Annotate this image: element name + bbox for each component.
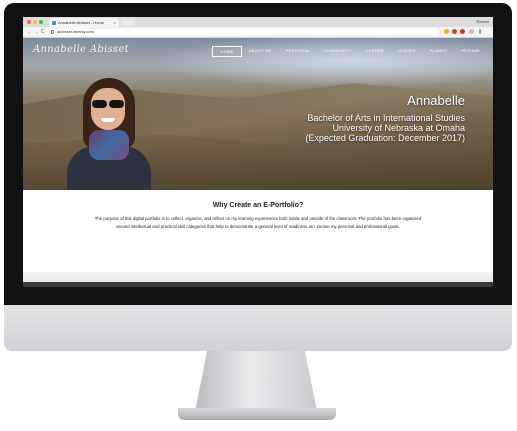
- apple-logo-icon: [246, 316, 268, 342]
- nav-item-home[interactable]: HOME: [212, 46, 242, 57]
- main-content: Why Create an E-Portfolio? The purpose o…: [23, 190, 493, 272]
- window-controls: [27, 20, 43, 24]
- url-input[interactable]: aabisset.weebly.com: [49, 29, 439, 35]
- browser-screen: Annabelle Abisset - Home × Rachel ← → C …: [23, 17, 493, 287]
- nav-item-leader[interactable]: LEADER: [391, 46, 423, 57]
- hero-university: University of Nebraska at Omaha: [332, 123, 465, 133]
- favicon-icon: [52, 20, 56, 25]
- hero-degree: Bachelor of Arts in International Studie…: [307, 113, 465, 123]
- new-tab-button[interactable]: [121, 19, 135, 26]
- scarf: [89, 130, 129, 160]
- section-body: The purpose of this digital portfolio is…: [94, 216, 422, 229]
- tab-bar: Annabelle Abisset - Home × Rachel: [23, 17, 493, 27]
- sunglasses: [91, 100, 125, 108]
- extension-icon[interactable]: [460, 29, 465, 34]
- url-text: aabisset.weebly.com: [57, 29, 94, 34]
- nav-item-personal[interactable]: PERSONAL: [279, 46, 317, 57]
- minimize-window-button[interactable]: [33, 20, 37, 24]
- section-title: Why Create an E-Portfolio?: [212, 202, 304, 209]
- site-logo[interactable]: Annabelle Abisset: [33, 44, 129, 55]
- close-window-button[interactable]: [27, 20, 31, 24]
- tab-close-icon[interactable]: ×: [114, 20, 116, 25]
- forward-button[interactable]: →: [34, 29, 39, 35]
- address-bar: ← → C aabisset.weebly.com: [23, 27, 493, 38]
- footer-bar: [23, 282, 493, 287]
- imac-stand: [195, 351, 317, 411]
- hero-name: Annabelle: [407, 93, 465, 108]
- reload-button[interactable]: C: [41, 29, 45, 35]
- nav-item-career[interactable]: CAREER: [358, 46, 390, 57]
- extension-icon[interactable]: [469, 29, 474, 34]
- extension-icon[interactable]: [452, 29, 457, 34]
- nav-item-about-me[interactable]: ABOUT ME: [242, 46, 279, 57]
- site-nav: HOME ABOUT ME PERSONAL COMMUNITY CAREER …: [212, 46, 487, 57]
- browser-tab[interactable]: Annabelle Abisset - Home ×: [49, 18, 119, 27]
- hero-subtitle: Bachelor of Arts in International Studie…: [305, 113, 465, 143]
- bookmark-star-icon[interactable]: [444, 29, 449, 34]
- tab-title: Annabelle Abisset - Home: [58, 20, 105, 25]
- menu-icon[interactable]: [479, 29, 481, 34]
- profile-name[interactable]: Rachel: [477, 19, 489, 24]
- nav-item-planet[interactable]: PLANET: [423, 46, 454, 57]
- hero-graduation: (Expected Graduation: December 2017): [305, 133, 465, 143]
- nav-item-community[interactable]: COMMUNITY: [317, 46, 358, 57]
- hero-banner: Annabelle Abisset HOME ABOUT ME PERSONAL…: [23, 38, 493, 190]
- maximize-window-button[interactable]: [39, 20, 43, 24]
- imac-stand-base: [178, 408, 336, 420]
- portrait-photo: [49, 76, 157, 190]
- info-icon: [51, 30, 54, 34]
- back-button[interactable]: ←: [27, 29, 32, 35]
- nav-item-resume[interactable]: RESUME: [454, 46, 487, 57]
